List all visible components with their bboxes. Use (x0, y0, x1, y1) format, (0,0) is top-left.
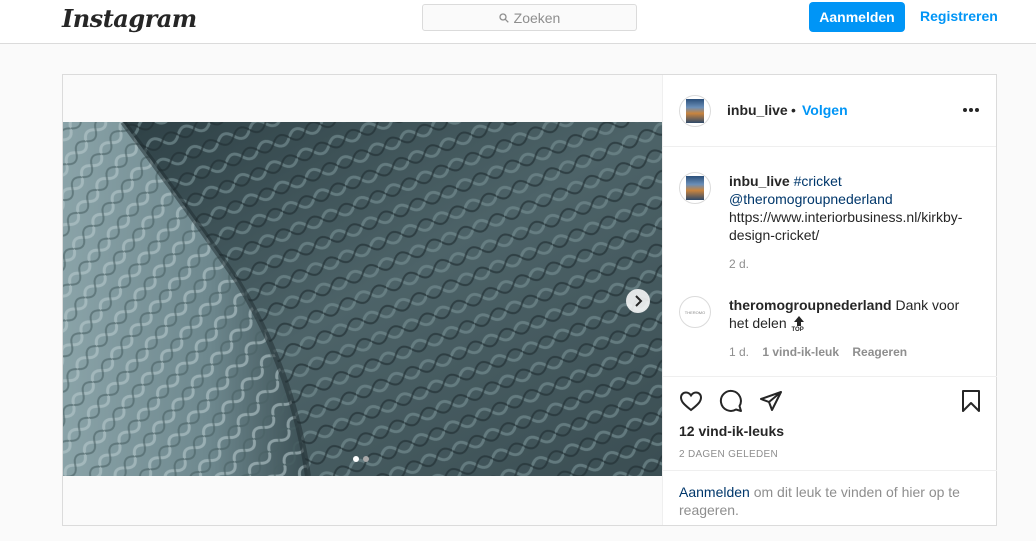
search-placeholder: Zoeken (513, 9, 561, 26)
follow-button[interactable]: Volgen (802, 102, 848, 118)
comment-text-line1: Dank voor (895, 297, 960, 313)
caption-hashtag[interactable]: #cricket (794, 173, 842, 189)
comments-section[interactable]: inbu_live #cricket @theromogroupnederlan… (663, 148, 997, 376)
post-photo[interactable] (63, 122, 662, 476)
comment-meta: 1 d. 1 vind-ik-leuk Reageren (729, 345, 907, 359)
post-header: inbu_live • Volgen (663, 75, 996, 147)
search-icon (498, 12, 509, 23)
chevron-right-icon (635, 295, 643, 307)
caption-url-line2: design-cricket/ (729, 227, 820, 243)
bookmark-icon[interactable] (959, 389, 983, 413)
login-button[interactable]: Aanmelden (809, 2, 905, 32)
carousel-dot (353, 456, 359, 462)
like-count[interactable]: 12 vind-ik-leuks (679, 423, 784, 439)
comment-text-line2: het delen (729, 315, 787, 331)
search-input[interactable]: Zoeken (422, 4, 637, 31)
owner-avatar[interactable] (679, 95, 711, 127)
separator-bullet: • (791, 102, 796, 118)
carousel-indicator (353, 456, 369, 462)
comment-age[interactable]: 1 d. (729, 345, 749, 359)
owner-username[interactable]: inbu_live (727, 102, 788, 118)
post-card: inbu_live • Volgen inbu_live #cricket @t… (62, 74, 997, 526)
send-icon[interactable] (759, 389, 783, 413)
post-sidebar: inbu_live • Volgen inbu_live #cricket @t… (662, 75, 997, 525)
caption-mention[interactable]: @theromogroupnederland (729, 191, 893, 207)
register-link[interactable]: Registreren (920, 8, 998, 24)
carousel-dot (363, 456, 369, 462)
top-emoji-icon: TOP (791, 315, 807, 333)
post-date[interactable]: 2 DAGEN GELEDEN (679, 449, 778, 460)
post-actions: 12 vind-ik-leuks 2 DAGEN GELEDEN Aanmeld… (663, 376, 997, 525)
instagram-logo[interactable]: Instagram (62, 4, 197, 33)
top-emoji-label: TOP (791, 327, 804, 334)
caption-url-line1: https://www.interiorbusiness.nl/kirkby- (729, 209, 963, 225)
login-prompt-link[interactable]: Aanmelden (679, 484, 750, 500)
login-prompt: Aanmelden om dit leuk te vinden of hier … (663, 470, 997, 526)
knit-fabric-image (63, 122, 662, 476)
caption-author[interactable]: inbu_live (729, 173, 790, 189)
comment-author-avatar[interactable]: THEROMO (679, 296, 711, 328)
caption-age[interactable]: 2 d. (729, 257, 749, 271)
reply-button[interactable]: Reageren (852, 345, 907, 359)
top-navigation-bar: Instagram Zoeken Aanmelden Registreren (0, 0, 1036, 44)
caption-author-avatar[interactable] (679, 172, 711, 204)
comment-likes[interactable]: 1 vind-ik-leuk (762, 345, 839, 359)
comment: theromogroupnederland Dank voor het dele… (729, 296, 959, 333)
heart-icon[interactable] (679, 389, 703, 413)
comment-author[interactable]: theromogroupnederland (729, 297, 892, 313)
carousel-next-button[interactable] (626, 289, 650, 313)
comment-icon[interactable] (719, 389, 743, 413)
post-media (63, 75, 662, 525)
more-options-icon[interactable] (963, 108, 979, 112)
caption: inbu_live #cricket @theromogroupnederlan… (729, 172, 962, 244)
